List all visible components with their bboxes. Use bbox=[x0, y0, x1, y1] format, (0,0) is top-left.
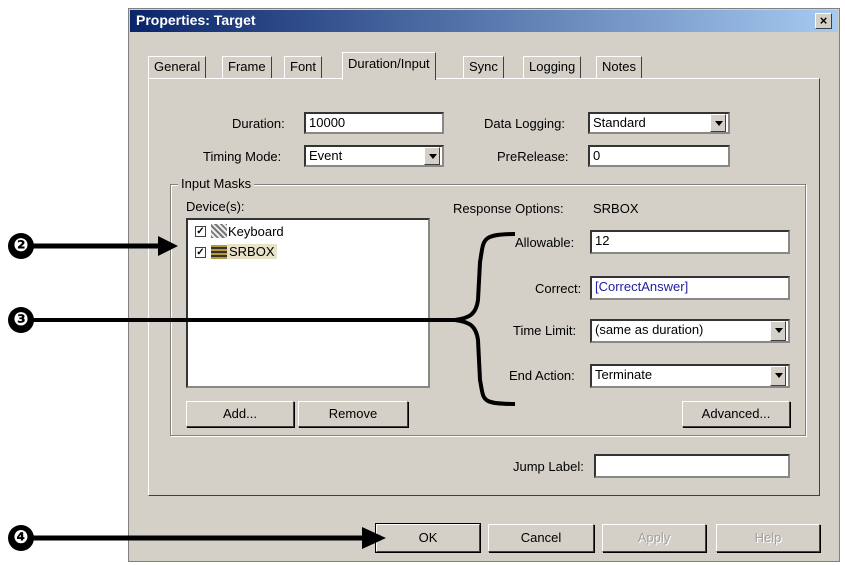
annotation-badge-4: ❹ bbox=[8, 525, 34, 551]
brace-3 bbox=[26, 232, 516, 406]
annotation-badge-2: ❷ bbox=[8, 233, 34, 259]
annotation-badge-3: ❸ bbox=[8, 307, 34, 333]
arrow-2 bbox=[26, 236, 178, 256]
tab-duration-input[interactable]: Duration/Input bbox=[342, 52, 436, 80]
annotation-overlay bbox=[26, 232, 516, 549]
arrow-4 bbox=[26, 527, 386, 549]
